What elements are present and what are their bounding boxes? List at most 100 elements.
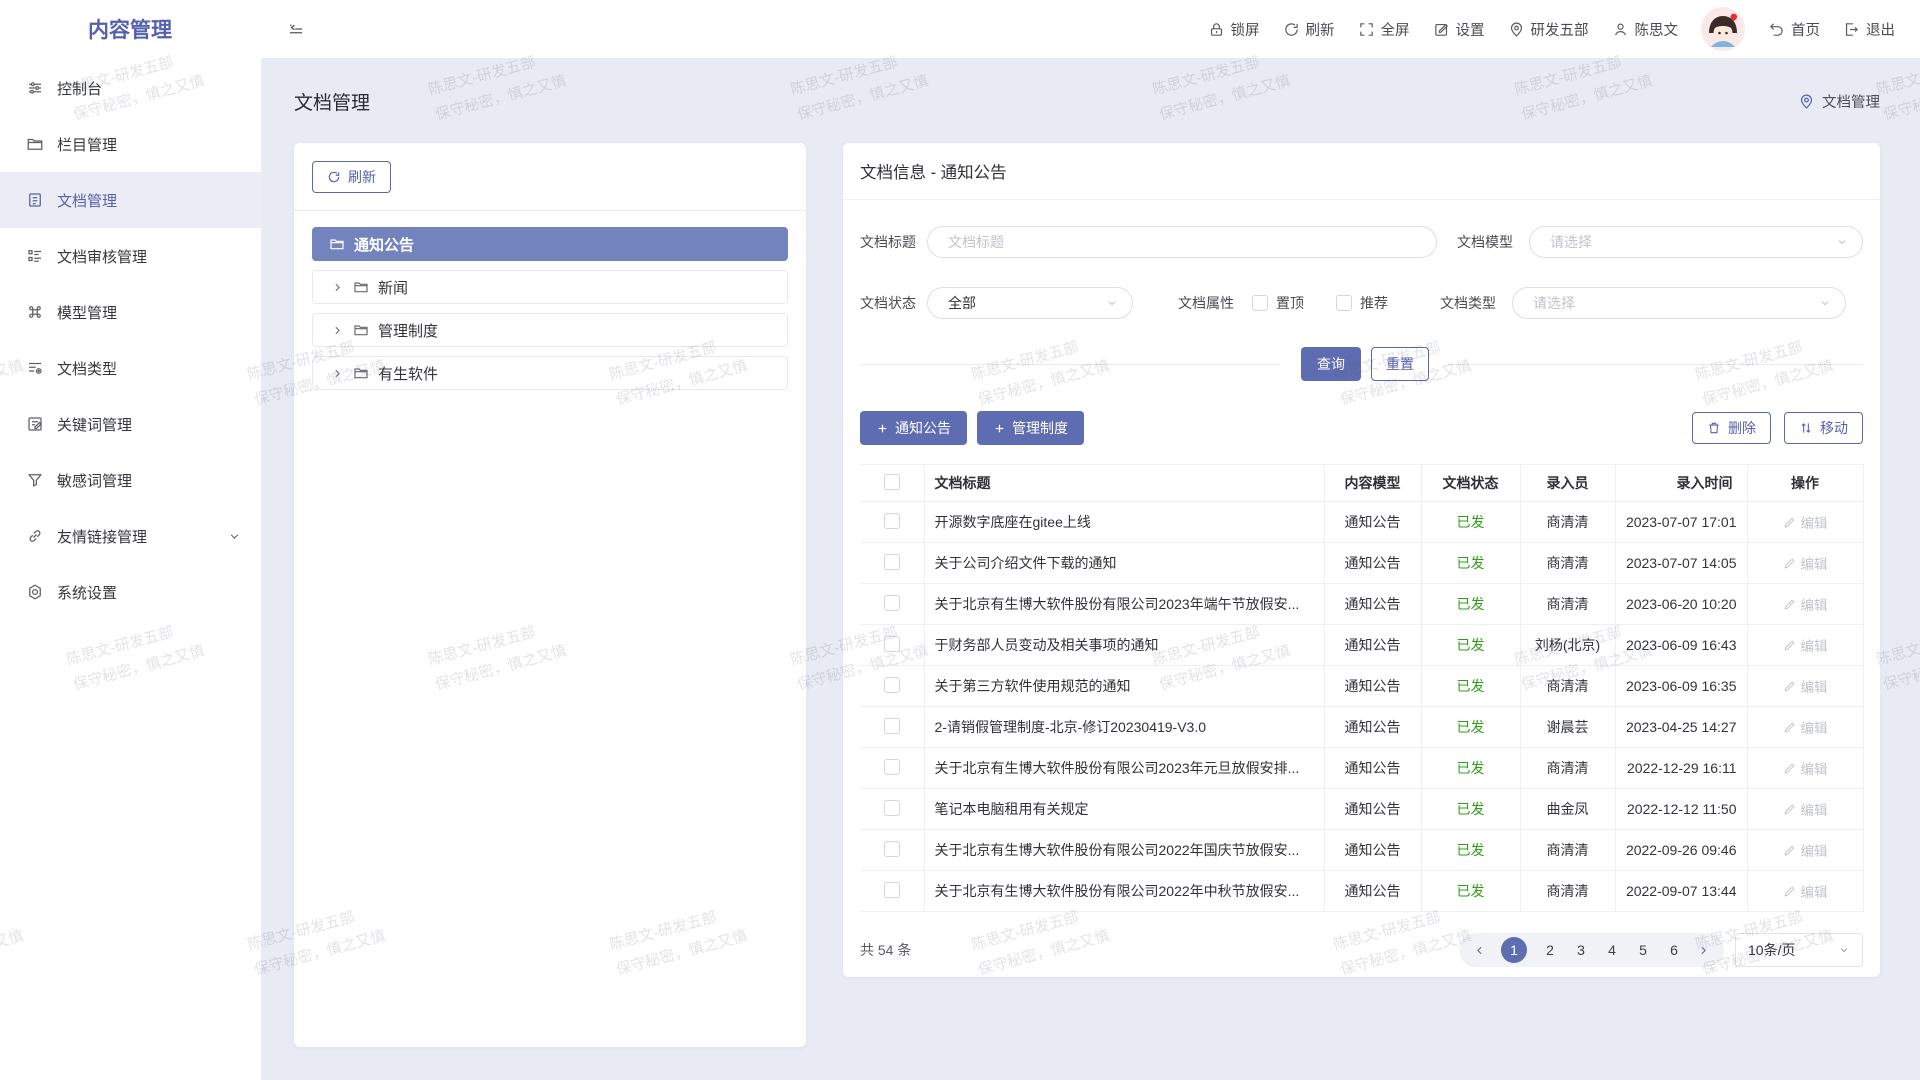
sidebar-item-keywords[interactable]: 关键词管理 bbox=[0, 396, 261, 452]
edit-button[interactable]: 编辑 bbox=[1783, 758, 1828, 778]
table-row: 关于公司介绍文件下载的通知 通知公告 已发 商清清 2023-07-07 14:… bbox=[860, 543, 1863, 584]
status-badge: 已发 bbox=[1457, 678, 1485, 694]
status-badge: 已发 bbox=[1457, 883, 1485, 899]
top-checkbox[interactable] bbox=[1252, 295, 1268, 311]
logout-icon bbox=[1843, 21, 1860, 38]
move-button[interactable]: 移动 bbox=[1784, 412, 1863, 444]
page-button-5[interactable]: 5 bbox=[1635, 942, 1651, 958]
row-checkbox[interactable] bbox=[884, 882, 900, 898]
pencil-icon bbox=[1783, 762, 1796, 775]
fullscreen-icon bbox=[1358, 21, 1375, 38]
next-page-button[interactable] bbox=[1697, 944, 1710, 957]
logout-button[interactable]: 退出 bbox=[1843, 19, 1895, 40]
edit-button[interactable]: 编辑 bbox=[1783, 594, 1828, 614]
edit-button[interactable]: 编辑 bbox=[1783, 799, 1828, 819]
sidebar-item-doc-review[interactable]: 文档审核管理 bbox=[0, 228, 261, 284]
trash-icon bbox=[1707, 421, 1721, 435]
home-button[interactable]: 首页 bbox=[1768, 19, 1820, 40]
sidebar-item-system-settings[interactable]: 系统设置 bbox=[0, 564, 261, 620]
doc-status-select[interactable]: 全部 bbox=[927, 287, 1133, 319]
delete-button[interactable]: 删除 bbox=[1692, 412, 1771, 444]
col-status: 文档状态 bbox=[1421, 465, 1520, 502]
table-row: 于财务部人员变动及相关事项的通知 通知公告 已发 刘杨(北京) 2023-06-… bbox=[860, 625, 1863, 666]
edit-button[interactable]: 编辑 bbox=[1783, 635, 1828, 655]
avatar[interactable] bbox=[1701, 7, 1745, 51]
row-checkbox[interactable] bbox=[884, 513, 900, 529]
location-pin-icon bbox=[1798, 93, 1815, 110]
reset-button[interactable]: 重置 bbox=[1371, 347, 1429, 381]
sidebar-item-columns[interactable]: 栏目管理 bbox=[0, 116, 261, 172]
status-badge: 已发 bbox=[1457, 760, 1485, 776]
settings-button[interactable]: 设置 bbox=[1433, 19, 1485, 40]
page-button-4[interactable]: 4 bbox=[1604, 942, 1620, 958]
recommend-checkbox[interactable] bbox=[1336, 295, 1352, 311]
edit-button[interactable]: 编辑 bbox=[1783, 840, 1828, 860]
col-model: 内容模型 bbox=[1324, 465, 1421, 502]
tree-refresh-button[interactable]: 刷新 bbox=[312, 161, 391, 193]
page-button-1[interactable]: 1 bbox=[1501, 937, 1527, 963]
doc-title-input[interactable] bbox=[927, 226, 1437, 258]
edit-button[interactable]: 编辑 bbox=[1783, 717, 1828, 737]
sidebar-item-console[interactable]: 控制台 bbox=[0, 60, 261, 116]
row-checkbox[interactable] bbox=[884, 636, 900, 652]
table-header-row: 文档标题 内容模型 文档状态 录入员 录入时间 操作 bbox=[860, 465, 1863, 502]
app-title: 内容管理 bbox=[0, 14, 261, 44]
row-checkbox[interactable] bbox=[884, 800, 900, 816]
row-checkbox[interactable] bbox=[884, 554, 900, 570]
row-checkbox[interactable] bbox=[884, 759, 900, 775]
tree-node[interactable]: 新闻 bbox=[312, 270, 788, 304]
page-button-2[interactable]: 2 bbox=[1542, 942, 1558, 958]
pencil-icon bbox=[1783, 680, 1796, 693]
row-checkbox[interactable] bbox=[884, 595, 900, 611]
page-size-select[interactable]: 10条/页 bbox=[1735, 933, 1863, 967]
col-title: 文档标题 bbox=[924, 465, 1324, 502]
status-badge: 已发 bbox=[1457, 555, 1485, 571]
location-pin-icon bbox=[1508, 21, 1525, 38]
col-operator: 录入员 bbox=[1520, 465, 1615, 502]
table-row: 2-请销假管理制度-北京-修订20230419-V3.0 通知公告 已发 谢晨芸… bbox=[860, 707, 1863, 748]
edit-button[interactable]: 编辑 bbox=[1783, 512, 1828, 532]
edit-button[interactable]: 编辑 bbox=[1783, 553, 1828, 573]
prev-page-button[interactable] bbox=[1473, 944, 1486, 957]
pencil-icon bbox=[1783, 885, 1796, 898]
doc-type-select[interactable]: 请选择 bbox=[1512, 287, 1846, 319]
sidebar-item-sensitive-words[interactable]: 敏感词管理 bbox=[0, 452, 261, 508]
row-checkbox[interactable] bbox=[884, 718, 900, 734]
sidebar-item-models[interactable]: 模型管理 bbox=[0, 284, 261, 340]
select-all-checkbox[interactable] bbox=[884, 474, 900, 490]
pencil-icon bbox=[1783, 639, 1796, 652]
tree-node[interactable]: 有生软件 bbox=[312, 356, 788, 390]
sidebar-item-links[interactable]: 友情链接管理 bbox=[0, 508, 261, 564]
doc-title-input-field[interactable] bbox=[948, 234, 1422, 250]
fullscreen-button[interactable]: 全屏 bbox=[1358, 19, 1410, 40]
table-row: 笔记本电脑租用有关规定 通知公告 已发 曲金凤 2022-12-12 11:50… bbox=[860, 789, 1863, 830]
doc-model-select[interactable]: 请选择 bbox=[1529, 226, 1863, 258]
tree-node[interactable]: 管理制度 bbox=[312, 313, 788, 347]
sidebar-item-doc-types[interactable]: 文档类型 bbox=[0, 340, 261, 396]
sliders-icon bbox=[26, 79, 44, 97]
edit-doc-icon bbox=[26, 415, 44, 433]
current-user[interactable]: 陈思文 bbox=[1612, 19, 1679, 40]
tree-node-selected[interactable]: 通知公告 bbox=[312, 227, 788, 261]
chevron-down-icon bbox=[1819, 297, 1831, 309]
folder-icon bbox=[26, 135, 44, 153]
filter-model-label: 文档模型 bbox=[1457, 232, 1515, 252]
breadcrumb: 文档管理 bbox=[1798, 91, 1880, 112]
col-time: 录入时间 bbox=[1615, 465, 1747, 502]
row-checkbox[interactable] bbox=[884, 841, 900, 857]
edit-button[interactable]: 编辑 bbox=[1783, 676, 1828, 696]
edit-button[interactable]: 编辑 bbox=[1783, 881, 1828, 901]
sidebar-fold-icon[interactable] bbox=[287, 20, 305, 38]
lock-screen-button[interactable]: 锁屏 bbox=[1208, 19, 1260, 40]
refresh-button[interactable]: 刷新 bbox=[1283, 19, 1335, 40]
page-button-3[interactable]: 3 bbox=[1573, 942, 1589, 958]
row-checkbox[interactable] bbox=[884, 677, 900, 693]
sidebar-item-documents[interactable]: 文档管理 bbox=[0, 172, 261, 228]
add-notice-button[interactable]: 通知公告 bbox=[860, 411, 967, 445]
department-indicator[interactable]: 研发五部 bbox=[1508, 19, 1589, 40]
page-button-6[interactable]: 6 bbox=[1666, 942, 1682, 958]
funnel-icon bbox=[26, 471, 44, 489]
pencil-icon bbox=[1783, 803, 1796, 816]
search-button[interactable]: 查询 bbox=[1301, 347, 1361, 381]
add-rule-button[interactable]: 管理制度 bbox=[977, 411, 1084, 445]
